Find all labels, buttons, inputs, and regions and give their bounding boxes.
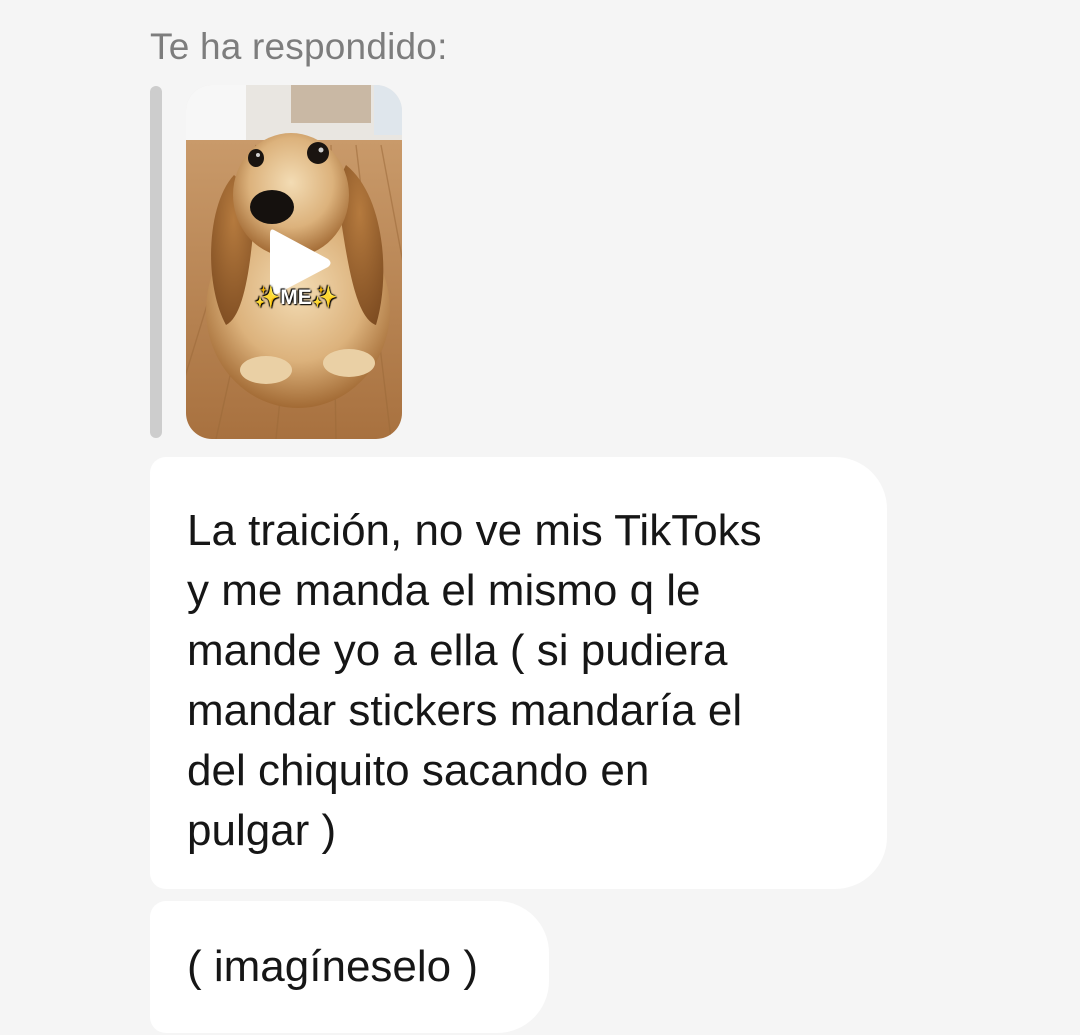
message-line: pulgar ) — [187, 806, 337, 855]
message-bubble: La traición, no ve mis TikToks y me mand… — [150, 457, 887, 889]
chat-thread: Te ha respondido: ✨ME✨ La traición, no v… — [0, 0, 1080, 1035]
message-line: mandar stickers mandaría el — [187, 686, 743, 735]
message-line: ( imagíneselo ) — [187, 942, 479, 991]
message-line: mande yo a ella ( si pudiera — [187, 626, 728, 675]
message-line: La traición, no ve mis TikToks — [187, 506, 762, 555]
reply-quote-bar — [150, 86, 162, 438]
video-caption: ✨ME✨ — [254, 286, 338, 309]
reply-header: Te ha respondido: — [150, 26, 448, 67]
message-bubble: ( imagíneselo ) — [150, 901, 549, 1033]
message-line: y me manda el mismo q le — [187, 566, 701, 615]
message-line: del chiquito sacando en — [187, 746, 650, 795]
